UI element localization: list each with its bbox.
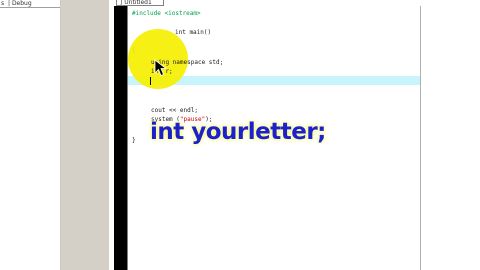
code-line-cout: cout << endl; xyxy=(151,107,198,114)
tab-classes[interactable]: s xyxy=(1,0,4,7)
splitter-area xyxy=(61,0,109,270)
code-line-close-brace: } xyxy=(132,137,136,144)
mouse-pointer-icon xyxy=(154,59,168,77)
right-blank-area xyxy=(421,0,480,270)
project-panel-tabs: s | Debug xyxy=(0,0,60,8)
editor-gutter xyxy=(114,6,127,270)
project-panel: s | Debug xyxy=(0,0,61,270)
overlay-annotation: int yourletter; xyxy=(150,119,326,145)
tab-debug-label: Debug xyxy=(11,0,32,7)
code-line-include: #include <iostream> xyxy=(132,10,201,17)
tab-debug[interactable]: | Debug xyxy=(8,0,32,7)
text-caret xyxy=(150,77,151,85)
code-line-main: int main() xyxy=(175,29,212,36)
